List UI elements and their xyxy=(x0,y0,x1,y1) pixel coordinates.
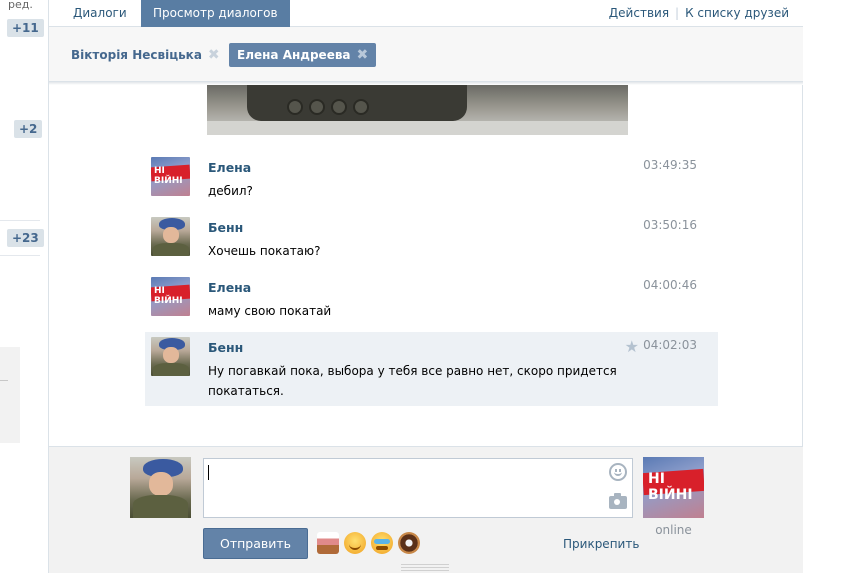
author-name[interactable]: Елена xyxy=(208,160,251,175)
author-name[interactable]: Бенн xyxy=(208,340,243,355)
close-icon[interactable]: ✖ xyxy=(208,43,220,67)
close-icon[interactable]: ✖ xyxy=(357,43,369,67)
counter-badge[interactable]: +11 xyxy=(7,19,44,37)
peer-name: Елена Андреева xyxy=(237,48,351,62)
divider xyxy=(0,380,8,381)
message-text: маму свою покатай xyxy=(208,304,332,318)
tab-view-dialogs[interactable]: Просмотр диалогов xyxy=(141,0,290,27)
message-time[interactable]: 04:00:46 xyxy=(643,278,697,292)
tears-emoji-icon[interactable] xyxy=(371,532,393,554)
avatar[interactable]: НІ ВІЙНІ xyxy=(151,277,190,316)
edit-label[interactable]: ред. xyxy=(8,0,33,11)
online-status: online xyxy=(655,523,692,537)
divider xyxy=(0,255,40,256)
actions-link[interactable]: Действия xyxy=(609,6,669,20)
left-sidebar-strip: ред. +11 +2 +23 xyxy=(0,0,48,573)
counter-badge[interactable]: +2 xyxy=(14,120,43,138)
message-row[interactable]: НІ ВІЙНІ Елена дебил? 03:49:35 xyxy=(145,152,718,212)
camera-icon[interactable] xyxy=(609,493,627,509)
avatar[interactable] xyxy=(151,337,190,376)
avatar[interactable] xyxy=(151,217,190,256)
avatar-text: НІ ВІЙНІ xyxy=(648,471,693,503)
send-button[interactable]: Отправить xyxy=(203,528,308,559)
avatar[interactable]: НІ ВІЙНІ xyxy=(151,157,190,196)
author-name[interactable]: Елена xyxy=(208,280,251,295)
divider xyxy=(0,220,40,221)
star-icon[interactable]: ★ xyxy=(625,337,639,356)
peer-tab[interactable]: Вікторія Несвіцька ✖ xyxy=(63,43,228,67)
tab-actions: Действия | К списку друзей xyxy=(609,0,789,27)
message-text: Ну погавкай пока, выбора у тебя все равн… xyxy=(208,364,617,398)
attach-link[interactable]: Прикрепить xyxy=(563,537,639,551)
donut-icon[interactable] xyxy=(398,532,420,554)
peer-name: Вікторія Несвіцька xyxy=(71,48,202,62)
message-row[interactable]: Бенн Хочешь покатаю? 03:50:16 xyxy=(145,212,718,272)
message-text: дебил? xyxy=(208,184,253,198)
peer-avatar[interactable]: НІ ВІЙНІ xyxy=(643,457,704,518)
sidebar-block xyxy=(0,347,20,443)
peer-tabs: Вікторія Несвіцька ✖ Елена Андреева ✖ xyxy=(49,27,803,82)
my-avatar[interactable] xyxy=(130,457,191,518)
author-name[interactable]: Бенн xyxy=(208,220,243,235)
smile-emoji-icon[interactable] xyxy=(344,532,366,554)
message-time[interactable]: 04:02:03 xyxy=(643,338,697,352)
message-row[interactable]: НІ ВІЙНІ Елена маму свою покатай 04:00:4… xyxy=(145,272,718,332)
message-text: Хочешь покатаю? xyxy=(208,244,321,258)
photo-attachment[interactable] xyxy=(207,85,628,135)
avatar-text: НІ ВІЙНІ xyxy=(154,286,183,306)
cake-icon[interactable] xyxy=(317,532,339,554)
message-time[interactable]: 03:50:16 xyxy=(643,218,697,232)
resize-handle[interactable] xyxy=(401,564,449,572)
tab-bar: Диалоги Просмотр диалогов Действия | К спи… xyxy=(49,0,803,27)
text-caret xyxy=(208,465,209,480)
message-input[interactable] xyxy=(203,458,633,518)
smile-icon[interactable] xyxy=(609,463,627,481)
avatar-text: НІ ВІЙНІ xyxy=(154,166,183,186)
tab-dialogs[interactable]: Диалоги xyxy=(61,0,139,27)
message-composer: Отправить Прикрепить НІ ВІЙНІ online xyxy=(49,446,803,573)
message-time[interactable]: 03:49:35 xyxy=(643,158,697,172)
dialog-panel: Диалоги Просмотр диалогов Действия | К спи… xyxy=(48,0,803,573)
peer-tab-active[interactable]: Елена Андреева ✖ xyxy=(229,43,377,67)
friends-list-link[interactable]: К списку друзей xyxy=(685,6,789,20)
separator: | xyxy=(675,6,680,20)
counter-badge[interactable]: +23 xyxy=(7,229,44,247)
message-row-highlighted[interactable]: Бенн Ну погавкай пока, выбора у тебя все… xyxy=(145,332,718,406)
